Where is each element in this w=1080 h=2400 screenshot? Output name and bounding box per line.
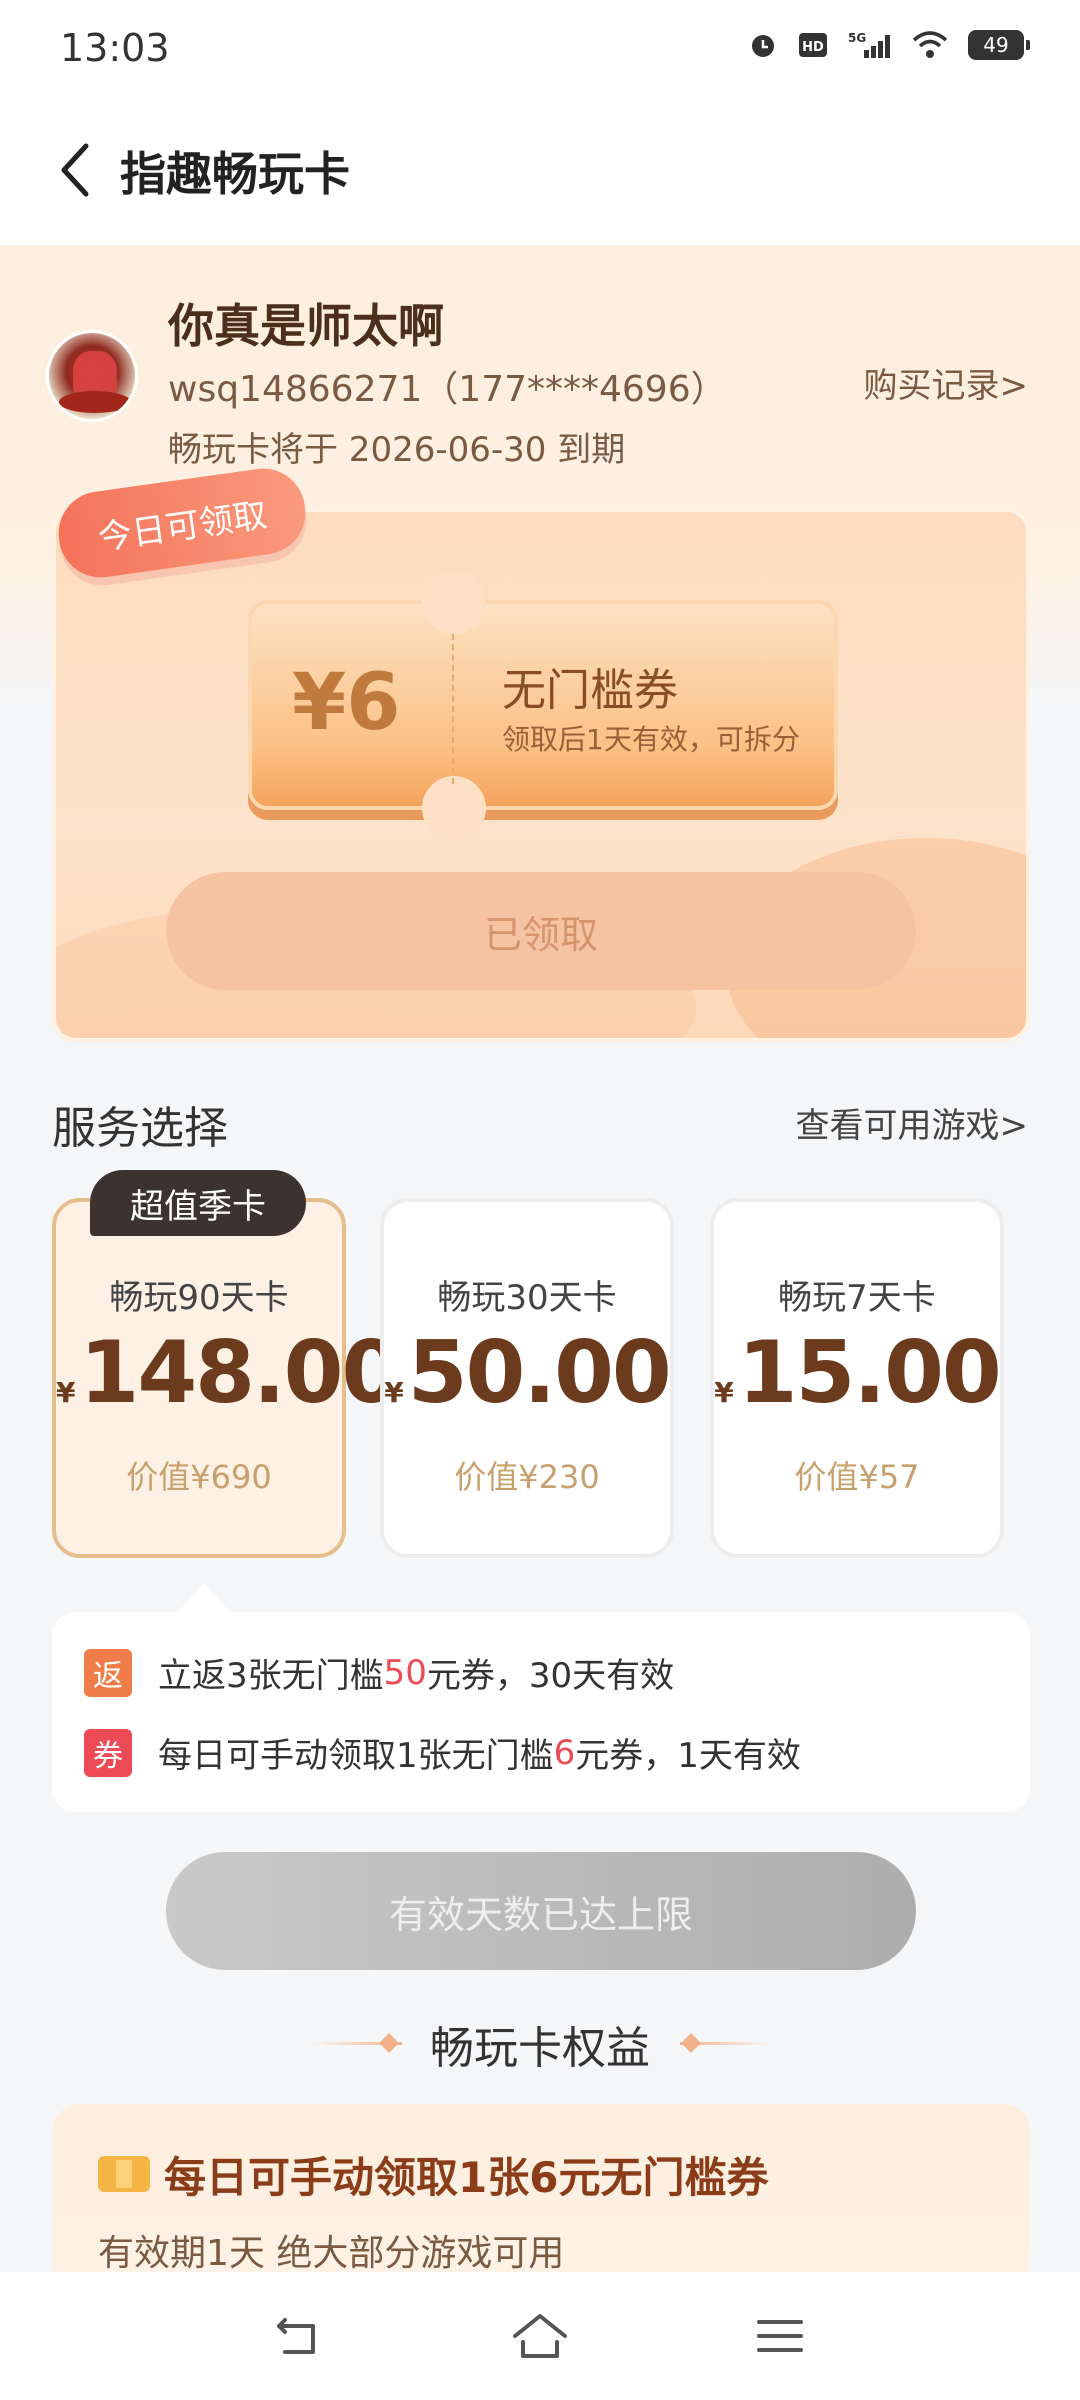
currency-symbol: ¥ (56, 1376, 76, 1409)
coupon-ticket: ¥6 无门槛券 领取后1天有效，可拆分 (248, 570, 838, 840)
ticket-divider (452, 634, 454, 784)
wifi-icon (912, 30, 948, 60)
rights-section-title: 畅玩卡权益 (430, 2023, 650, 2074)
menu-icon (757, 2320, 803, 2352)
plan-card-90-day[interactable]: 畅玩90天卡 ¥148.00 价值¥690 (52, 1198, 401, 1558)
title-decor-line (680, 2042, 770, 2045)
plan-card-30-day[interactable]: 畅玩30天卡 ¥50.00 价值¥230 (380, 1198, 674, 1558)
hd-icon: HD (798, 30, 828, 60)
plan-benefits-box: 返 立返3张无门槛 50 元券，30天有效 券 每日可手动领取1张无门槛 6 元券，1天… (52, 1612, 1030, 1812)
back-button[interactable] (36, 130, 116, 210)
days-limit-reached-button[interactable]: 有效天数已达上限 (166, 1852, 916, 1970)
currency-symbol: ¥ (384, 1376, 404, 1409)
signal-icon: 5G (848, 30, 892, 60)
coupon-title: 无门槛券 (502, 665, 678, 716)
user-account: wsq14866271（177****4696） (168, 369, 727, 410)
rebate-tag: 返 (84, 1648, 132, 1697)
svg-text:HD: HD (802, 40, 824, 55)
benefits-pointer (176, 1584, 232, 1614)
alarm-icon (748, 30, 778, 60)
plan-name: 畅玩30天卡 (437, 1278, 617, 1318)
user-name: 你真是师太啊 (168, 299, 444, 353)
benefit-text: 立返3张无门槛 (158, 1656, 384, 1696)
status-time: 13:03 (60, 26, 170, 70)
plan-name: 畅玩7天卡 (778, 1278, 936, 1318)
avatar (46, 330, 138, 422)
plan-card-7-day[interactable]: 畅玩7天卡 ¥15.00 价值¥57 (710, 1198, 1004, 1558)
benefit-text-end: 元券，1天有效 (575, 1736, 801, 1776)
back-arrow-icon (61, 143, 89, 197)
system-menu-button[interactable] (740, 2296, 820, 2376)
expire-date: 畅玩卡将于 2026-06-30 到期 (168, 430, 626, 470)
benefit-row-rebate: 返 立返3张无门槛 50 元券，30天有效 (84, 1648, 674, 1697)
system-back-button[interactable] (260, 2296, 340, 2376)
benefit-highlight: 50 (383, 1652, 427, 1693)
page-title: 指趣畅玩卡 (120, 147, 350, 201)
nav-bar: 指趣畅玩卡 (0, 100, 1080, 246)
plan-price-value: 50.00 (407, 1323, 672, 1423)
return-icon (277, 2318, 315, 2354)
coupon-description: 领取后1天有效，可拆分 (502, 723, 800, 756)
plan-price: ¥15.00 (714, 1330, 1002, 1416)
view-available-games-link[interactable]: 查看可用游戏> (796, 1098, 1029, 1147)
benefit-highlight: 6 (553, 1732, 576, 1773)
benefit-text-end: 元券，30天有效 (426, 1656, 675, 1696)
service-section-title: 服务选择 (52, 1103, 228, 1154)
coupon-tag: 券 (84, 1728, 132, 1777)
plan-worth: 价值¥230 (454, 1458, 600, 1496)
plan-price-value: 15.00 (737, 1323, 1002, 1423)
system-navigation-bar (0, 2272, 1080, 2400)
status-bar: 13:03 HD 5G 49 (0, 0, 1080, 100)
ticket-notch (422, 776, 486, 840)
coupon-amount: ¥6 (292, 658, 401, 748)
status-icons: HD 5G 49 (748, 30, 1030, 60)
best-value-badge: 超值季卡 (90, 1170, 306, 1236)
svg-text:5G: 5G (848, 31, 866, 45)
plan-price: ¥148.00 (56, 1330, 401, 1416)
battery-icon: 49 (968, 30, 1030, 60)
plan-worth: 价值¥57 (794, 1458, 920, 1496)
ticket-notch (422, 570, 486, 634)
ticket-icon (98, 2156, 150, 2192)
system-home-button[interactable] (500, 2296, 580, 2376)
benefit-row-coupon: 券 每日可手动领取1张无门槛 6 元券，1天有效 (84, 1728, 801, 1777)
purchase-record-link[interactable]: 购买记录> (864, 358, 1029, 407)
currency-symbol: ¥ (714, 1376, 734, 1409)
rights-headline: 每日可手动领取1张6元无门槛券 (164, 2153, 769, 2202)
claimed-button[interactable]: 已领取 (166, 872, 916, 990)
rights-subtitle: 有效期1天 绝大部分游戏可用 (98, 2233, 565, 2274)
plan-price: ¥50.00 (384, 1330, 672, 1416)
plan-worth: 价值¥690 (126, 1458, 272, 1496)
benefit-text: 每日可手动领取1张无门槛 (158, 1736, 554, 1776)
plan-price-value: 148.00 (79, 1323, 401, 1423)
plan-name: 畅玩90天卡 (109, 1278, 289, 1318)
home-icon (513, 2314, 567, 2358)
